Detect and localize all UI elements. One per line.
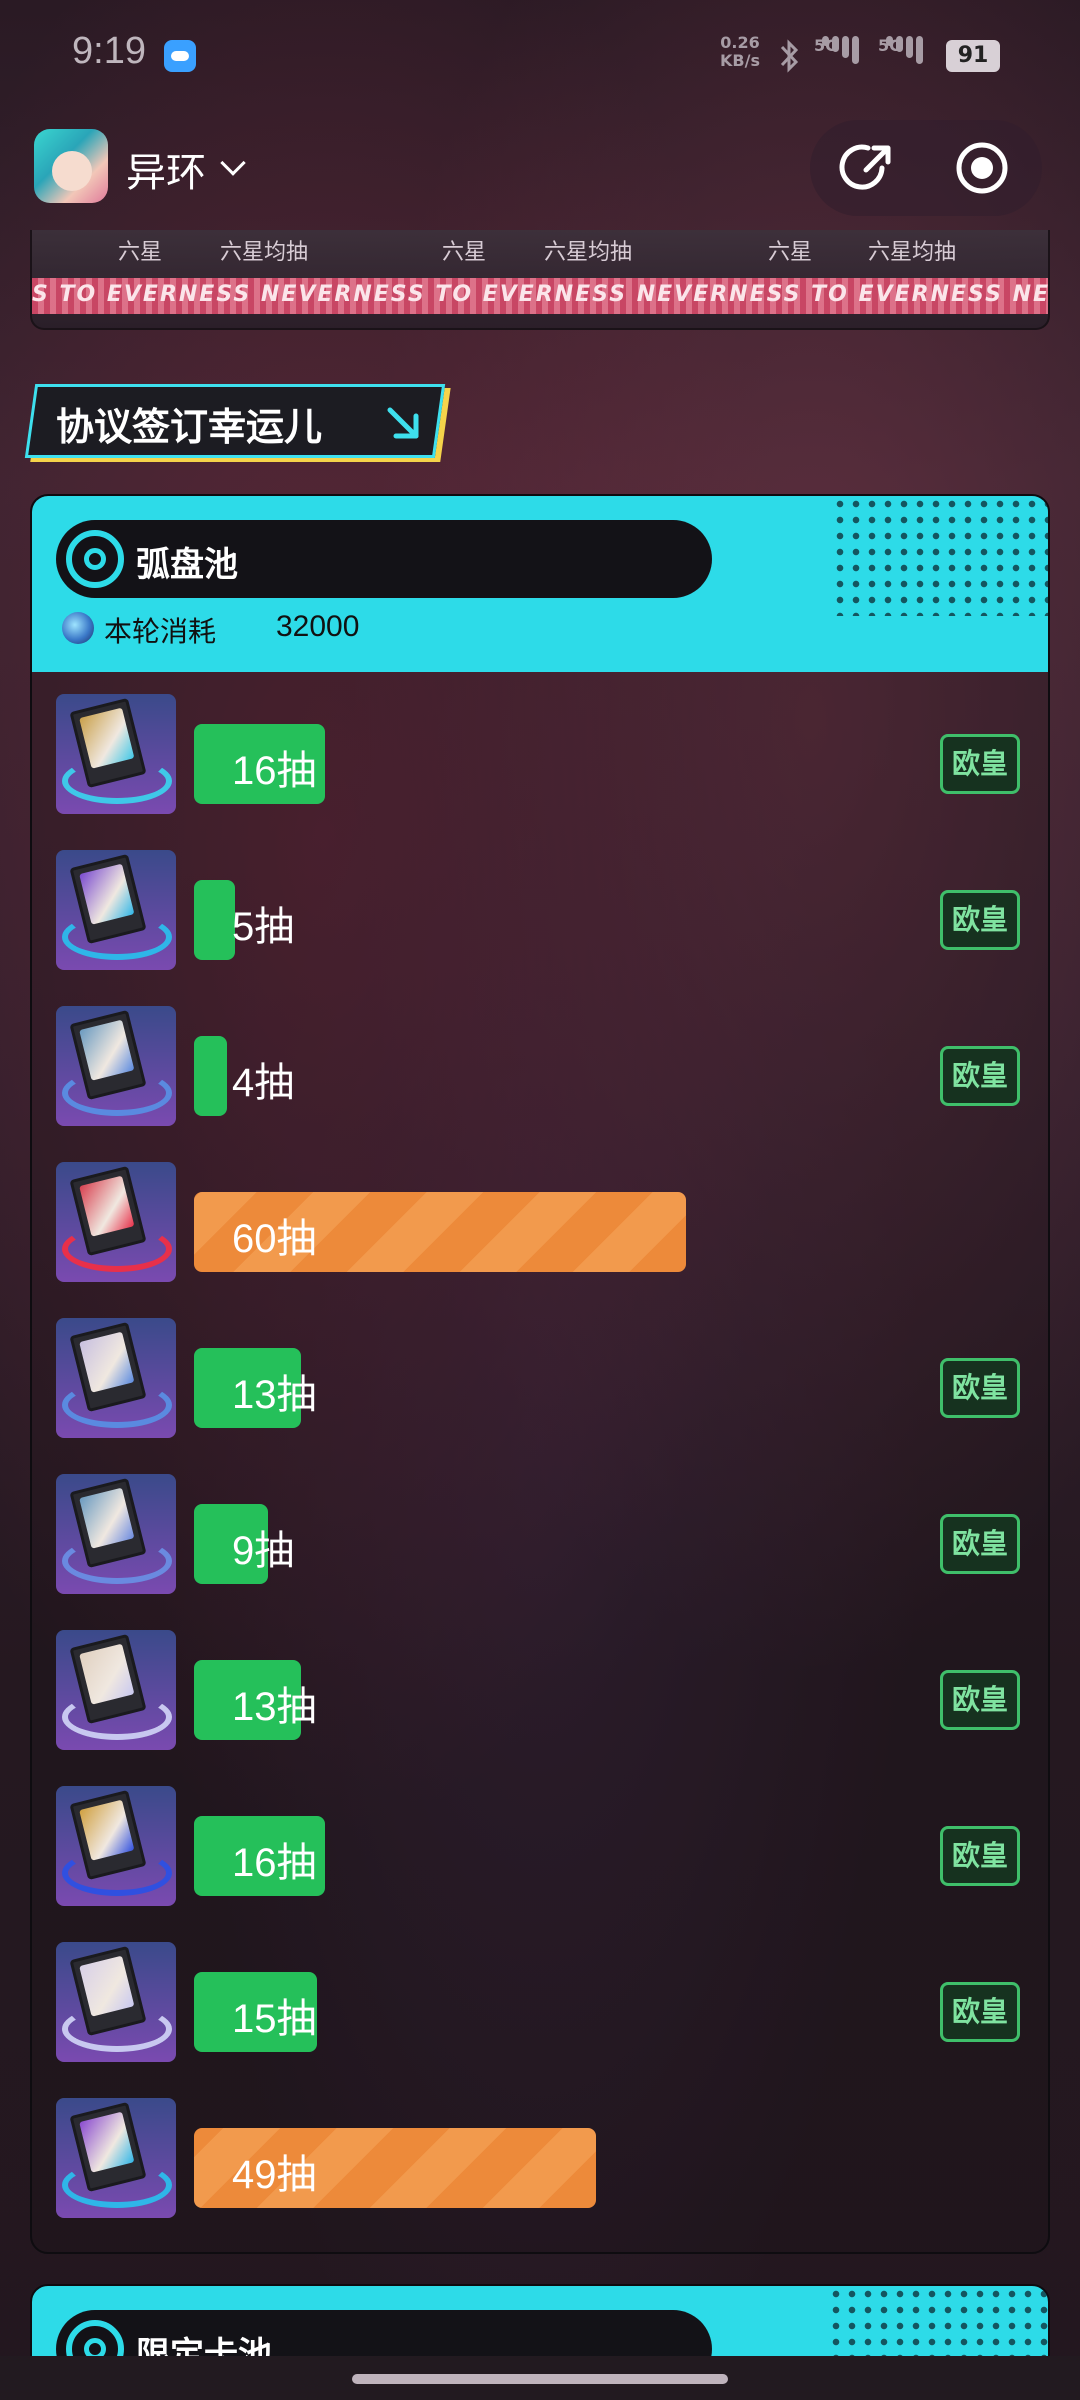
pull-count-bar <box>194 880 235 960</box>
pull-record-row: 16抽 欧皇 <box>32 1764 1048 1920</box>
lucky-badge: 欧皇 <box>940 1514 1020 1574</box>
pull-count-label: 15抽 <box>232 1997 317 2041</box>
pull-record-row: 5抽 欧皇 <box>32 828 1048 984</box>
disc-art <box>79 1019 135 1081</box>
pull-count-label: 16抽 <box>232 749 317 793</box>
stat-label: 六星 <box>768 240 813 265</box>
pull-record-row: 49抽 <box>32 2076 1048 2232</box>
brand-ribbon-text: S TO EVERNESS NEVERNESS TO EVERNESS NEVE… <box>32 282 1050 307</box>
disc-art <box>79 1955 135 2017</box>
network-speed-value: 0.26 <box>720 33 760 52</box>
chevron-down-icon[interactable] <box>220 150 246 176</box>
bluetooth-icon <box>776 38 806 74</box>
app-name[interactable]: 异环 <box>126 140 206 198</box>
pull-count-label: 9抽 <box>232 1529 295 1573</box>
pool-card: 弧盘池 本轮消耗 32000 16抽 欧皇 5抽 欧皇 4抽 欧皇 60抽 13抽 欧皇 9抽 欧皇… <box>30 494 1050 2254</box>
cost-value: 32000 <box>276 610 360 643</box>
battery-indicator: 91 <box>946 40 1000 72</box>
disc-thumbnail[interactable] <box>56 1162 176 1282</box>
disc-thumbnail[interactable] <box>56 1006 176 1126</box>
disc-art <box>79 1799 135 1861</box>
disc-thumbnail[interactable] <box>56 1786 176 1906</box>
pull-count-label: 16抽 <box>232 1841 317 1885</box>
pool-card-header: 弧盘池 本轮消耗 32000 <box>32 496 1048 672</box>
section-title-plate: 协议签订幸运儿 <box>24 384 446 458</box>
pull-count-label: 5抽 <box>232 905 295 949</box>
arrow-down-right-icon <box>387 407 419 439</box>
disc-art <box>79 707 135 769</box>
pull-count-label: 60抽 <box>232 1217 317 1261</box>
clock: 9:19 <box>72 30 146 72</box>
disc-art <box>79 1643 135 1705</box>
disc-art <box>79 1487 135 1549</box>
pool-name: 弧盘池 <box>136 545 238 585</box>
stat-label: 六星均抽 <box>544 240 633 265</box>
target-icon <box>66 530 124 588</box>
network-speed: 0.26 KB/s <box>720 34 760 70</box>
app-logo[interactable] <box>34 129 108 203</box>
disc-art <box>79 863 135 925</box>
stat-label: 六星 <box>442 240 487 265</box>
pull-count-bar <box>194 1036 227 1116</box>
pull-record-row: 16抽 欧皇 <box>32 672 1048 828</box>
stat-label: 六星均抽 <box>220 240 309 265</box>
lucky-badge: 欧皇 <box>940 1982 1020 2042</box>
currency-orb-icon <box>62 612 94 644</box>
share-button[interactable] <box>838 138 898 198</box>
pull-count-label: 13抽 <box>232 1685 317 1729</box>
pull-record-row: 13抽 欧皇 <box>32 1608 1048 1764</box>
disc-thumbnail[interactable] <box>56 850 176 970</box>
disc-thumbnail[interactable] <box>56 2098 176 2218</box>
lucky-badge: 欧皇 <box>940 1046 1020 1106</box>
lucky-badge: 欧皇 <box>940 1670 1020 1730</box>
pull-count-label: 4抽 <box>232 1061 295 1105</box>
pull-count-label: 49抽 <box>232 2153 317 2197</box>
header-action-pill <box>810 120 1042 216</box>
disc-art <box>79 1331 135 1393</box>
disc-thumbnail[interactable] <box>56 1474 176 1594</box>
pull-record-row: 60抽 <box>32 1140 1048 1296</box>
pull-record-row: 9抽 欧皇 <box>32 1452 1048 1608</box>
cost-label: 本轮消耗 <box>104 615 217 648</box>
record-button[interactable] <box>952 138 1012 198</box>
signal-icon-2: 5G <box>878 36 934 72</box>
section-title: 协议签订幸运儿 <box>56 405 323 449</box>
lucky-badge: 欧皇 <box>940 1826 1020 1886</box>
halftone-decoration <box>832 496 1048 616</box>
network-speed-unit: KB/s <box>720 51 760 70</box>
pull-record-row: 4抽 欧皇 <box>32 984 1048 1140</box>
app-header: 异环 <box>0 110 1080 230</box>
cloud-icon <box>164 40 196 72</box>
pull-count-label: 13抽 <box>232 1373 317 1417</box>
record-icon <box>956 142 1008 194</box>
disc-thumbnail[interactable] <box>56 694 176 814</box>
previous-pool-labels: 六星 六星均抽 六星 六星均抽 六星 六星均抽 <box>32 234 1048 274</box>
stat-label: 六星 <box>118 240 163 265</box>
pull-record-row: 13抽 欧皇 <box>32 1296 1048 1452</box>
status-bar: 9:19 0.26 KB/s 5G 5G 91 <box>0 0 1080 110</box>
share-icon <box>839 144 891 190</box>
disc-thumbnail[interactable] <box>56 1630 176 1750</box>
lucky-badge: 欧皇 <box>940 890 1020 950</box>
stat-label: 六星均抽 <box>868 240 957 265</box>
previous-pool-summary: 六星 六星均抽 六星 六星均抽 六星 六星均抽 S TO EVERNESS NE… <box>30 230 1050 330</box>
disc-art <box>79 2111 135 2173</box>
disc-thumbnail[interactable] <box>56 1318 176 1438</box>
lucky-badge: 欧皇 <box>940 1358 1020 1418</box>
pool-name-pill: 弧盘池 <box>56 520 712 598</box>
signal-icon-1: 5G <box>814 36 870 72</box>
home-indicator[interactable] <box>352 2374 728 2384</box>
lucky-badge: 欧皇 <box>940 734 1020 794</box>
disc-thumbnail[interactable] <box>56 1942 176 2062</box>
disc-art <box>79 1175 135 1237</box>
pull-record-row: 15抽 欧皇 <box>32 1920 1048 2076</box>
